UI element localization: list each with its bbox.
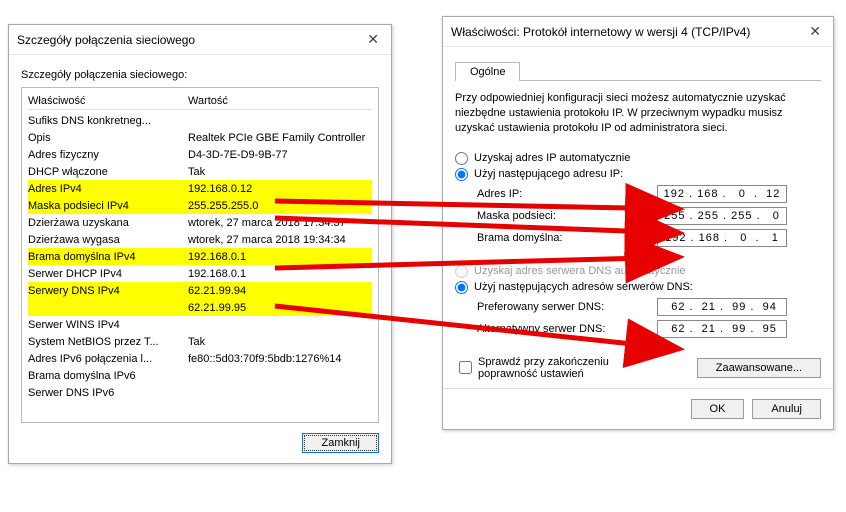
cancel-button[interactable]: Anuluj bbox=[752, 399, 821, 419]
subnet-mask-input[interactable] bbox=[657, 207, 787, 225]
list-header: Właściwość Wartość bbox=[28, 92, 372, 110]
close-icon[interactable]: ✕ bbox=[363, 31, 383, 48]
prop-cell: Adres fizyczny bbox=[28, 149, 184, 161]
val-cell: fe80::5d03:70f9:5bdb:1276%14 bbox=[184, 353, 372, 365]
table-row[interactable]: Sufiks DNS konkretneg... bbox=[28, 112, 372, 129]
prop-cell: Dzierżawa uzyskana bbox=[28, 217, 184, 229]
row-ip-address: Adres IP: bbox=[477, 185, 821, 203]
list-caption: Szczegóły połączenia sieciowego: bbox=[21, 69, 379, 81]
radio-ip-manual[interactable]: Użyj następującego adresu IP: bbox=[455, 168, 821, 181]
prop-cell: Serwer DHCP IPv4 bbox=[28, 268, 184, 280]
row-subnet-mask: Maska podsieci: bbox=[477, 207, 821, 225]
table-row[interactable]: System NetBIOS przez T...Tak bbox=[28, 333, 372, 350]
val-cell: 192.168.0.1 bbox=[184, 268, 372, 280]
properties-window: Właściwości: Protokół internetowy w wers… bbox=[442, 16, 834, 430]
dns-section: Uzyskaj adres serwera DNS automatycznie … bbox=[455, 265, 821, 338]
val-cell: D4-3D-7E-D9-9B-77 bbox=[184, 149, 372, 161]
tab-general[interactable]: Ogólne bbox=[455, 62, 520, 81]
val-cell: Realtek PCIe GBE Family Controller bbox=[184, 132, 372, 144]
val-cell: 62.21.99.95 bbox=[184, 302, 372, 314]
dialog-footer: OK Anuluj bbox=[443, 388, 833, 429]
val-cell: 192.168.0.12 bbox=[184, 183, 372, 195]
prop-cell: Adres IPv6 połączenia l... bbox=[28, 353, 184, 365]
row-alternate-dns: Alternatywny serwer DNS: bbox=[477, 320, 821, 338]
prop-cell: Opis bbox=[28, 132, 184, 144]
table-row[interactable]: DHCP włączoneTak bbox=[28, 163, 372, 180]
row-default-gateway: Brama domyślna: bbox=[477, 229, 821, 247]
default-gateway-input[interactable] bbox=[657, 229, 787, 247]
prop-cell: Serwer DNS IPv6 bbox=[28, 387, 184, 399]
details-window: Szczegóły połączenia sieciowego ✕ Szczeg… bbox=[8, 24, 392, 464]
titlebar-properties: Właściwości: Protokół internetowy w wers… bbox=[443, 17, 833, 47]
prop-cell: Brama domyślna IPv6 bbox=[28, 370, 184, 382]
table-row[interactable]: Serwer DHCP IPv4192.168.0.1 bbox=[28, 265, 372, 282]
advanced-button[interactable]: Zaawansowane... bbox=[697, 358, 821, 378]
table-row[interactable]: Serwer WINS IPv4 bbox=[28, 316, 372, 333]
preferred-dns-input[interactable] bbox=[657, 298, 787, 316]
prop-cell: Serwery DNS IPv4 bbox=[28, 285, 184, 297]
table-row[interactable]: Maska podsieci IPv4255.255.255.0 bbox=[28, 197, 372, 214]
row-preferred-dns: Preferowany serwer DNS: bbox=[477, 298, 821, 316]
table-row[interactable]: 62.21.99.95 bbox=[28, 299, 372, 316]
table-row[interactable]: Adres IPv4192.168.0.12 bbox=[28, 180, 372, 197]
radio-dns-manual[interactable]: Użyj następujących adresów serwerów DNS: bbox=[455, 281, 821, 294]
ip-address-input[interactable] bbox=[657, 185, 787, 203]
close-button[interactable]: Zamknij bbox=[302, 433, 379, 453]
table-row[interactable]: Adres fizycznyD4-3D-7E-D9-9B-77 bbox=[28, 146, 372, 163]
window-title: Właściwości: Protokół internetowy w wers… bbox=[451, 25, 750, 39]
table-row[interactable]: Brama domyślna IPv4192.168.0.1 bbox=[28, 248, 372, 265]
ok-button[interactable]: OK bbox=[691, 399, 745, 419]
description-text: Przy odpowiedniej konfiguracji sieci moż… bbox=[455, 91, 821, 136]
table-row[interactable]: Adres IPv6 połączenia l...fe80::5d03:70f… bbox=[28, 350, 372, 367]
table-row[interactable]: Serwery DNS IPv462.21.99.94 bbox=[28, 282, 372, 299]
val-cell: 62.21.99.94 bbox=[184, 285, 372, 297]
alternate-dns-input[interactable] bbox=[657, 320, 787, 338]
prop-cell: DHCP włączone bbox=[28, 166, 184, 178]
ip-section: Uzyskaj adres IP automatycznie Użyj nast… bbox=[455, 152, 821, 247]
prop-cell: Adres IPv4 bbox=[28, 183, 184, 195]
window-title: Szczegóły połączenia sieciowego bbox=[17, 33, 195, 47]
tab-strip: Ogólne bbox=[455, 61, 821, 81]
radio-ip-auto[interactable]: Uzyskaj adres IP automatycznie bbox=[455, 152, 821, 165]
prop-cell: Maska podsieci IPv4 bbox=[28, 200, 184, 212]
col-value: Wartość bbox=[184, 95, 372, 107]
table-row[interactable]: Brama domyślna IPv6 bbox=[28, 367, 372, 384]
table-row[interactable]: Serwer DNS IPv6 bbox=[28, 384, 372, 401]
prop-cell: System NetBIOS przez T... bbox=[28, 336, 184, 348]
details-list[interactable]: Właściwość Wartość Sufiks DNS konkretneg… bbox=[21, 87, 379, 423]
prop-cell: Dzierżawa wygasa bbox=[28, 234, 184, 246]
close-icon[interactable]: ✕ bbox=[805, 23, 825, 40]
val-cell: Tak bbox=[184, 166, 372, 178]
val-cell: wtorek, 27 marca 2018 17:34:37 bbox=[184, 217, 372, 229]
val-cell: wtorek, 27 marca 2018 19:34:34 bbox=[184, 234, 372, 246]
table-row[interactable]: Dzierżawa uzyskanawtorek, 27 marca 2018 … bbox=[28, 214, 372, 231]
col-property: Właściwość bbox=[28, 95, 184, 107]
prop-cell: Sufiks DNS konkretneg... bbox=[28, 115, 184, 127]
prop-cell: Serwer WINS IPv4 bbox=[28, 319, 184, 331]
table-row[interactable]: OpisRealtek PCIe GBE Family Controller bbox=[28, 129, 372, 146]
table-row[interactable]: Dzierżawa wygasawtorek, 27 marca 2018 19… bbox=[28, 231, 372, 248]
radio-dns-auto: Uzyskaj adres serwera DNS automatycznie bbox=[455, 265, 821, 278]
val-cell: 192.168.0.1 bbox=[184, 251, 372, 263]
titlebar-details: Szczegóły połączenia sieciowego ✕ bbox=[9, 25, 391, 55]
prop-cell: Brama domyślna IPv4 bbox=[28, 251, 184, 263]
val-cell: Tak bbox=[184, 336, 372, 348]
val-cell: 255.255.255.0 bbox=[184, 200, 372, 212]
